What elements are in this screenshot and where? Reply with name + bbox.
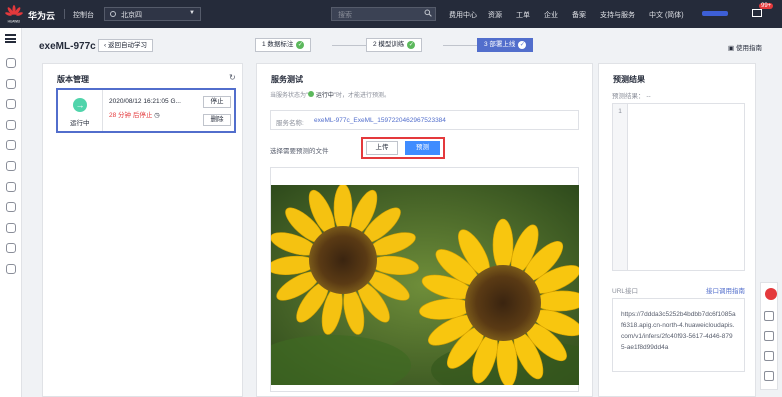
stop-countdown-text: 28 分钟 后停止 — [109, 112, 153, 119]
top-navbar: HUAWEI 华为云 控制台 北京四 ▼ 搜索 费用中心 资源 工单 企业 备案… — [0, 0, 782, 28]
refresh-icon[interactable]: ↻ — [229, 73, 236, 82]
nav-resources[interactable]: 资源 — [488, 10, 502, 20]
clock-icon: ◷ — [154, 112, 160, 119]
username[interactable] — [702, 11, 728, 16]
search-icon[interactable] — [424, 9, 432, 17]
version-panel-title: 版本管理 — [57, 75, 89, 84]
network-icon[interactable] — [6, 99, 16, 109]
nav-support[interactable]: 支持与服务 — [600, 10, 635, 20]
predict-button[interactable]: 预测 — [405, 141, 440, 155]
stop-button[interactable]: 停止 — [203, 96, 231, 108]
menu-icon[interactable] — [5, 34, 16, 43]
service-test-title: 服务测试 — [271, 75, 303, 84]
service-name-field: 服务名称: exeML-977c_ExeML_15972204629675233… — [270, 110, 579, 130]
database-icon[interactable] — [6, 140, 16, 150]
nav-tickets[interactable]: 工单 — [516, 10, 530, 20]
search-input[interactable]: 搜索 — [331, 7, 436, 21]
compute-icon[interactable] — [6, 79, 16, 89]
step-2-label: 2 模型训练 — [373, 41, 405, 48]
region-selector[interactable]: 北京四 ▼ — [104, 7, 201, 21]
chat-icon[interactable] — [765, 288, 777, 300]
delete-button[interactable]: 删除 — [203, 114, 231, 126]
settings-icon[interactable] — [6, 264, 16, 274]
choose-file-label: 选择需要预测的文件 — [270, 148, 329, 155]
cloud-service-icon[interactable] — [6, 202, 16, 212]
mobile-icon[interactable] — [6, 182, 16, 192]
back-button[interactable]: ‹ 返回自动学习 — [98, 39, 153, 52]
check-icon: ✓ — [407, 41, 416, 49]
result-panel-title: 预测结果 — [613, 75, 645, 84]
line-number-gutter: 1 — [613, 104, 628, 270]
nav-language[interactable]: 中文 (简体) — [649, 10, 684, 20]
nav-enterprise[interactable]: 企业 — [544, 10, 558, 20]
service-name-label: 服务名称: — [276, 120, 304, 127]
step-train[interactable]: 2 模型训练 ✓ — [366, 38, 423, 52]
user-guide-link[interactable]: ▣ 使用指南 — [728, 42, 762, 52]
huawei-logo-icon[interactable]: HUAWEI — [4, 4, 24, 24]
logo-text: HUAWEI — [8, 20, 21, 24]
back-to-top-icon[interactable] — [764, 371, 774, 381]
result-editor[interactable]: 1 — [612, 103, 745, 271]
step-1-label: 1 数据标注 — [262, 41, 294, 48]
version-status: 运行中 — [70, 120, 90, 127]
url-label: URL接口 — [612, 288, 639, 295]
hint-status: 运行中 — [315, 93, 334, 99]
upload-button[interactable]: 上传 — [366, 141, 398, 155]
console-link[interactable]: 控制台 — [73, 10, 94, 20]
nav-billing[interactable]: 费用中心 — [449, 10, 477, 20]
check-icon: ✓ — [518, 41, 527, 49]
guide-label: 使用指南 — [735, 45, 762, 52]
version-card[interactable]: → 运行中 2020/08/12 16:21:05 G... 28 分钟 后停止… — [56, 88, 236, 133]
version-time: 2020/08/12 16:21:05 G... — [109, 98, 181, 105]
check-icon: ✓ — [296, 41, 305, 49]
step-3-label: 3 部署上线 — [484, 41, 516, 48]
chevron-down-icon: ▼ — [189, 10, 195, 16]
step-deploy[interactable]: 3 部署上线 ✓ — [477, 38, 534, 52]
location-icon — [110, 11, 116, 17]
step-connector — [443, 45, 477, 46]
help-icon[interactable] — [764, 331, 774, 341]
arrow-right-icon: → — [73, 98, 87, 112]
api-guide-link[interactable]: 接口调用指南 — [706, 285, 745, 295]
divider — [64, 9, 65, 19]
result-value: -- — [646, 93, 651, 100]
search-placeholder: 搜索 — [338, 12, 352, 19]
result-label-text: 预测结果： — [612, 93, 645, 100]
feedback-icon[interactable] — [764, 311, 774, 321]
nav-filing[interactable]: 备案 — [572, 10, 586, 20]
message-badge: 99+ — [759, 3, 774, 9]
status-hint: 当服务状态为" 运行中"时，才能进行预测。 — [270, 90, 390, 99]
mail-icon[interactable] — [752, 9, 762, 17]
globe-icon[interactable] — [6, 243, 16, 253]
monitor-icon[interactable] — [6, 161, 16, 171]
side-nav — [0, 28, 22, 397]
cloud-icon[interactable] — [6, 58, 16, 68]
back-label: 返回自动学习 — [107, 42, 147, 49]
region-label: 北京四 — [121, 12, 142, 19]
edit-icon[interactable] — [764, 351, 774, 361]
step-label-annotate[interactable]: 1 数据标注 ✓ — [255, 38, 312, 52]
sunflower-image — [271, 185, 579, 385]
service-name-link[interactable]: exeML-977c_ExeML_1597220462967523384 — [314, 117, 446, 124]
page-title: exeML-977c — [39, 41, 96, 52]
step-connector — [332, 45, 366, 46]
cloud-storage-icon[interactable] — [6, 120, 16, 130]
version-status-area: → 运行中 — [58, 90, 103, 131]
hint-suffix: "时，才能进行预测。 — [333, 93, 390, 99]
stop-countdown: 28 分钟 后停止 ◷ — [109, 109, 160, 119]
brand-name[interactable]: 华为云 — [28, 9, 55, 22]
anchor-icon[interactable] — [6, 223, 16, 233]
url-field[interactable]: https://7ddda3c5252b4bdbb7dc6f1085af6318… — [612, 298, 745, 372]
status-ok-icon — [308, 91, 315, 97]
result-label: 预测结果： -- — [612, 90, 651, 100]
hint-prefix: 当服务状态为" — [270, 93, 309, 99]
